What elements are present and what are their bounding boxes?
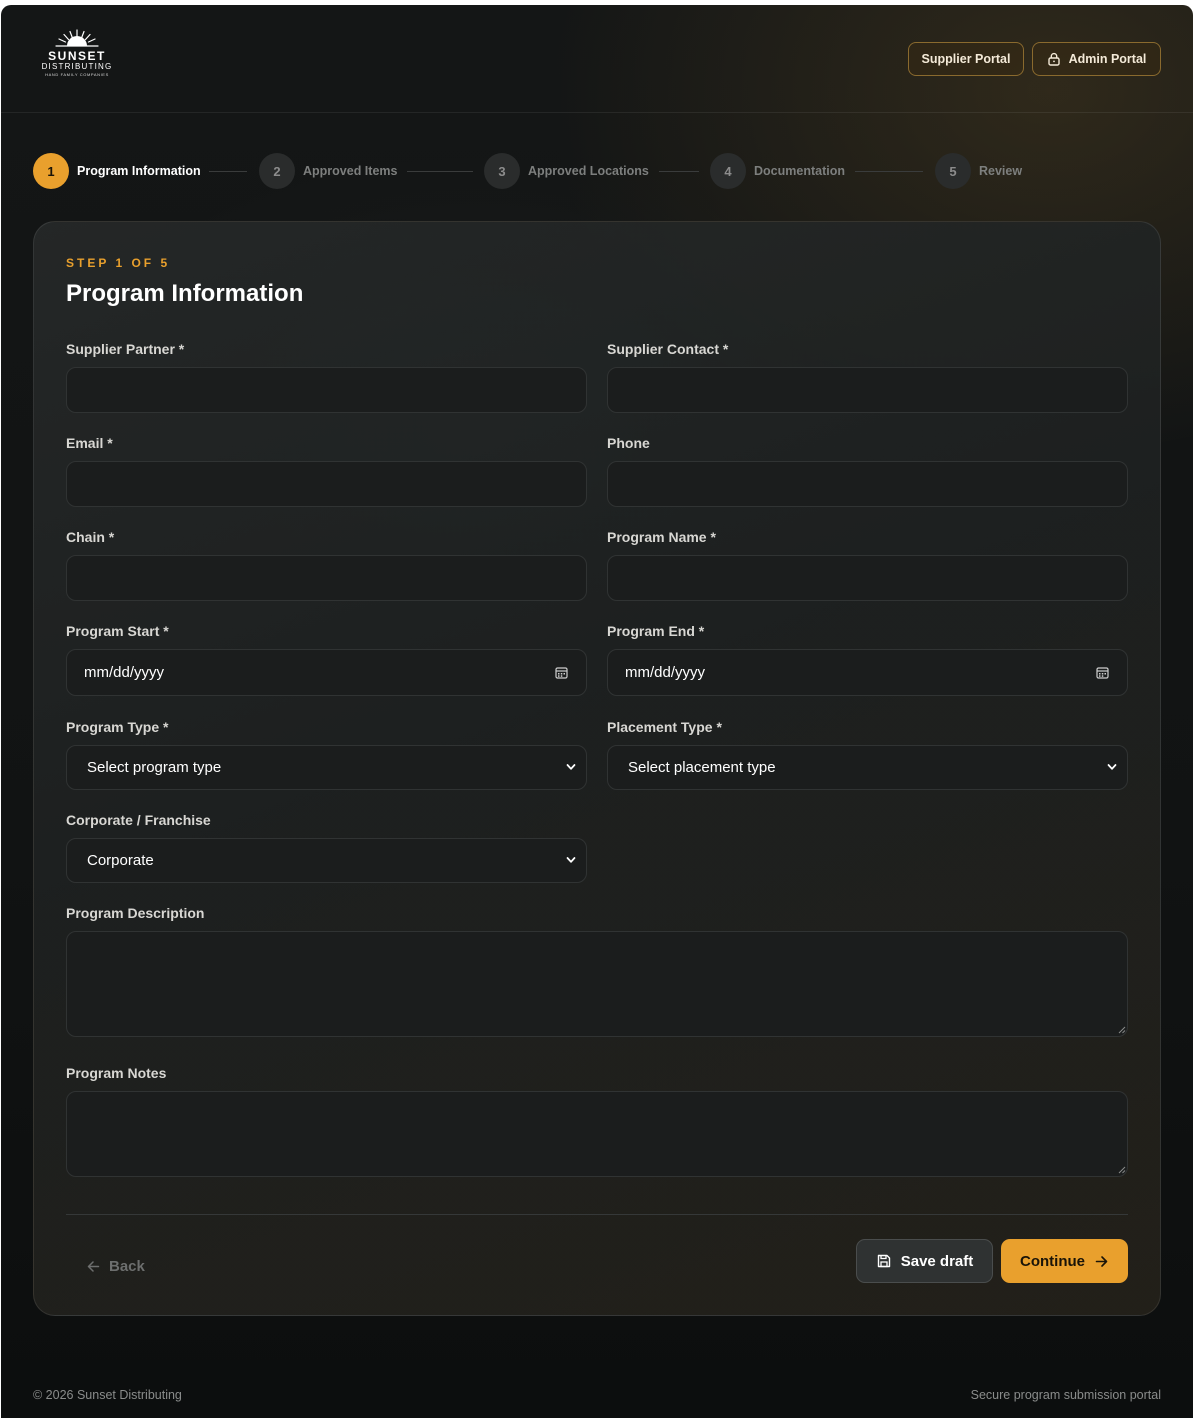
calendar-icon[interactable]: [1096, 666, 1109, 679]
back-button[interactable]: Back: [86, 1246, 145, 1286]
back-label: Back: [109, 1257, 145, 1275]
corporate-franchise-label: Corporate / Franchise: [66, 812, 211, 828]
step-program-information[interactable]: 1 Program Information: [33, 153, 201, 189]
phone-input[interactable]: [607, 461, 1128, 507]
supplier-contact-input[interactable]: [607, 367, 1128, 413]
placement-type-label: Placement Type *: [607, 719, 722, 735]
placement-type-select[interactable]: Select placement type: [607, 745, 1128, 790]
step-label: Approved Items: [303, 164, 398, 178]
calendar-icon[interactable]: [555, 666, 568, 679]
program-type-label: Program Type *: [66, 719, 169, 735]
email-input[interactable]: [66, 461, 587, 507]
page-title: Program Information: [66, 280, 304, 307]
step-connector: [407, 171, 473, 172]
step-approved-locations[interactable]: 3 Approved Locations: [484, 153, 649, 189]
arrow-right-icon: [1095, 1255, 1108, 1267]
supplier-contact-label: Supplier Contact *: [607, 341, 729, 357]
date-placeholder: mm/dd/yyyy: [625, 664, 706, 681]
chain-label: Chain *: [66, 529, 115, 545]
select-value: Select placement type: [628, 759, 776, 776]
program-notes-textarea[interactable]: [66, 1091, 1128, 1177]
supplier-portal-button[interactable]: Supplier Portal: [908, 42, 1024, 76]
program-start-label: Program Start *: [66, 623, 169, 639]
select-value: Corporate: [87, 852, 154, 869]
program-end-label: Program End *: [607, 623, 705, 639]
program-description-label: Program Description: [66, 905, 205, 921]
program-information-card: STEP 1 OF 5 Program Information Supplier…: [33, 221, 1161, 1316]
step-number: 3: [484, 153, 520, 189]
email-label: Email *: [66, 435, 113, 451]
resize-handle-icon[interactable]: [1118, 1026, 1126, 1034]
save-icon: [877, 1254, 890, 1268]
program-start-date-input[interactable]: mm/dd/yyyy: [66, 649, 587, 696]
phone-label: Phone: [607, 435, 650, 451]
step-connector: [209, 171, 247, 172]
step-approved-items[interactable]: 2 Approved Items: [259, 153, 397, 189]
brand-tagline: HAND FAMILY COMPANIES: [45, 72, 109, 77]
date-placeholder: mm/dd/yyyy: [84, 664, 165, 681]
step-documentation[interactable]: 4 Documentation: [710, 153, 845, 189]
step-number: 5: [935, 153, 971, 189]
step-number: 1: [33, 153, 69, 189]
program-type-select[interactable]: Select program type: [66, 745, 587, 790]
program-notes-label: Program Notes: [66, 1065, 167, 1081]
step-label: Approved Locations: [528, 164, 649, 178]
step-review[interactable]: 5 Review: [935, 153, 1022, 189]
step-number: 4: [710, 153, 746, 189]
program-end-date-input[interactable]: mm/dd/yyyy: [607, 649, 1128, 696]
progress-stepper: 1 Program Information 2 Approved Items 3…: [33, 153, 1033, 189]
step-label: Review: [979, 164, 1023, 178]
program-name-input[interactable]: [607, 555, 1128, 601]
step-connector: [855, 171, 923, 172]
step-eyebrow: STEP 1 OF 5: [66, 256, 171, 270]
corporate-franchise-select[interactable]: Corporate: [66, 838, 587, 883]
admin-portal-label: Admin Portal: [1068, 52, 1147, 66]
footer-tagline: Secure program submission portal: [970, 1388, 1161, 1402]
supplier-partner-input[interactable]: [66, 367, 587, 413]
admin-portal-button[interactable]: Admin Portal: [1032, 42, 1161, 76]
top-bar: SUNSET DISTRIBUTING HAND FAMILY COMPANIE…: [1, 5, 1193, 113]
save-draft-label: Save draft: [900, 1252, 974, 1270]
actions-divider: [66, 1214, 1128, 1215]
step-label: Program Information: [77, 164, 201, 178]
step-connector: [659, 171, 699, 172]
brand-name: SUNSET: [48, 49, 106, 63]
chevron-down-icon: [1107, 764, 1117, 770]
footer-copyright: © 2026 Sunset Distributing: [33, 1388, 182, 1402]
sunrise-icon: [55, 29, 99, 47]
chain-input[interactable]: [66, 555, 587, 601]
brand-logo[interactable]: SUNSET DISTRIBUTING HAND FAMILY COMPANIE…: [37, 27, 117, 89]
save-draft-button[interactable]: Save draft: [856, 1239, 993, 1283]
continue-label: Continue: [1020, 1252, 1085, 1270]
brand-sub: DISTRIBUTING: [41, 62, 113, 71]
arrow-left-icon: [87, 1260, 100, 1272]
app-frame: SUNSET DISTRIBUTING HAND FAMILY COMPANIE…: [1, 5, 1193, 1418]
program-name-label: Program Name *: [607, 529, 716, 545]
supplier-partner-label: Supplier Partner *: [66, 341, 185, 357]
program-description-textarea[interactable]: [66, 931, 1128, 1037]
lock-icon: [1047, 52, 1060, 66]
step-number: 2: [259, 153, 295, 189]
chevron-down-icon: [566, 764, 576, 770]
select-value: Select program type: [87, 759, 222, 776]
chevron-down-icon: [566, 857, 576, 863]
supplier-portal-label: Supplier Portal: [921, 52, 1011, 66]
resize-handle-icon[interactable]: [1118, 1166, 1126, 1174]
step-label: Documentation: [754, 164, 845, 178]
continue-button[interactable]: Continue: [1001, 1239, 1128, 1283]
